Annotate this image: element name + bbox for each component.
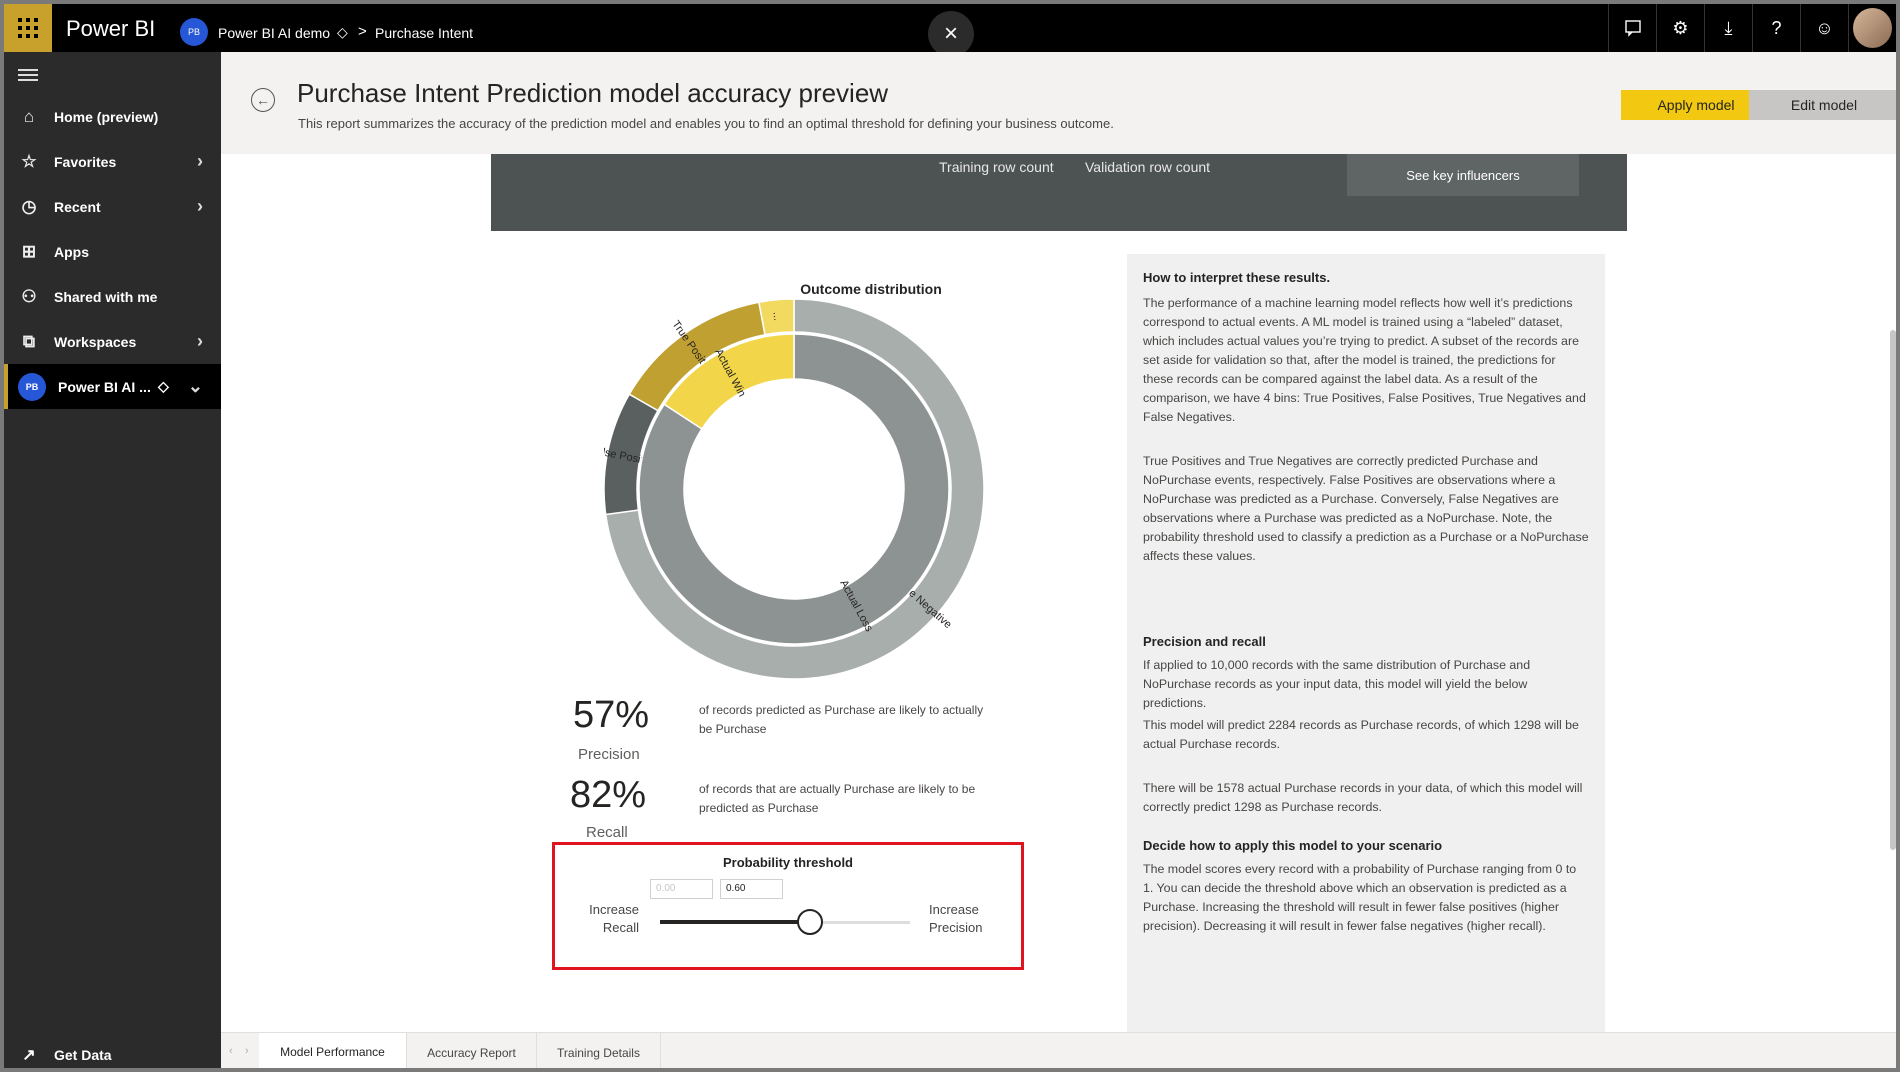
chevron-right-icon[interactable]: › (197, 331, 203, 352)
threshold-min-input[interactable]: 0.00 (650, 879, 713, 899)
report-header: ← Purchase Intent Prediction model accur… (221, 52, 1896, 154)
top-icon-bar: ⚙ ⤓ ? ☺ (1608, 4, 1896, 52)
increase-precision-label: Increase Precision (929, 901, 982, 937)
panel-heading-apply: Decide how to apply this model to your s… (1143, 838, 1443, 853)
panel-paragraph: The model scores every record with a pro… (1143, 862, 1577, 933)
comment-icon[interactable] (1608, 4, 1656, 52)
tab-accuracy-report[interactable]: Accuracy Report (407, 1033, 537, 1068)
profile-avatar[interactable] (1848, 4, 1896, 52)
edit-model-button[interactable]: Edit model (1749, 90, 1896, 120)
get-data-label: Get Data (54, 1046, 112, 1063)
shared-icon: ⚇ (21, 286, 37, 306)
nav-shared[interactable]: ⚇ Shared with me (4, 274, 221, 319)
nav-label: Home (preview) (54, 108, 159, 125)
page-title: Purchase Intent Prediction model accurac… (297, 78, 889, 108)
top-bar: Power BI PB Power BI AI demo ◇ > Purchas… (4, 4, 1896, 57)
nav-current-workspace[interactable]: PB Power BI AI ... ◇ ⌄ (4, 364, 221, 409)
chevron-right-icon[interactable]: › (197, 196, 203, 217)
recall-label: Recall (586, 824, 628, 841)
nav-recent[interactable]: ◷ Recent › (4, 184, 221, 229)
vertical-scrollbar[interactable] (1890, 330, 1896, 850)
chevron-right-icon[interactable]: › (197, 151, 203, 172)
chevron-down-icon[interactable]: ⌄ (188, 376, 203, 397)
nav-label: Shared with me (54, 288, 158, 305)
page-subtitle: This report summarizes the accuracy of t… (298, 116, 1114, 131)
increase-recall-label: Increase Recall (587, 901, 639, 937)
nav-apps[interactable]: ⊞ Apps (4, 229, 221, 274)
tab-model-performance[interactable]: Model Performance (259, 1033, 407, 1068)
brand-name: Power BI (66, 16, 156, 41)
app-launcher-icon[interactable] (4, 4, 52, 52)
menu-icon[interactable] (18, 66, 38, 84)
nav-favorites[interactable]: ☆ Favorites › (4, 139, 221, 184)
workspace-badge: PB (180, 18, 208, 46)
nav-label: Apps (54, 243, 89, 260)
left-nav: ⌂ Home (preview) ☆ Favorites › ◷ Recent … (4, 52, 221, 1068)
panel-paragraph: There will be 1578 actual Purchase recor… (1143, 781, 1583, 814)
panel-heading-precision-recall: Precision and recall (1143, 634, 1266, 649)
threshold-value-input[interactable]: 0.60 (720, 879, 783, 899)
nav-home[interactable]: ⌂ Home (preview) (4, 94, 221, 139)
nav-label: Power BI AI ... (58, 378, 151, 395)
tabs-next-icon[interactable]: › (245, 1045, 249, 1057)
workspace-badge: PB (18, 372, 46, 401)
breadcrumb-separator: > (358, 23, 367, 40)
star-icon: ☆ (21, 151, 37, 171)
panel-paragraph: This model will predict 2284 records as … (1143, 718, 1579, 751)
see-key-influencers-button[interactable]: See key influencers (1347, 154, 1579, 196)
interpretation-panel: How to interpret these results. The perf… (1127, 254, 1605, 1034)
premium-diamond-icon: ◇ (337, 24, 348, 40)
increase-recall-line2: Recall (602, 920, 639, 935)
breadcrumb-workspace[interactable]: Power BI AI demo (218, 25, 330, 41)
tab-training-details[interactable]: Training Details (537, 1033, 661, 1068)
probability-threshold-slicer: Probability threshold 0.00 0.60 Increase… (552, 842, 1024, 970)
home-icon: ⌂ (23, 106, 35, 126)
breadcrumb-report[interactable]: Purchase Intent (375, 25, 473, 41)
outer-label: ... (771, 311, 784, 321)
workspaces-icon: ⧉ (22, 331, 36, 351)
nav-workspaces[interactable]: ⧉ Workspaces › (4, 319, 221, 364)
recall-description: of records that are actually Purchase ar… (699, 782, 976, 815)
premium-diamond-icon: ◇ (158, 378, 169, 394)
panel-paragraph: If applied to 10,000 records with the sa… (1143, 658, 1531, 710)
arrow-up-right-icon: ↗ (22, 1046, 36, 1064)
back-arrow-icon[interactable]: ← (251, 88, 275, 112)
summary-banner: Training row count Validation row count … (491, 154, 1627, 231)
tabs-prev-icon[interactable]: ‹ (229, 1045, 233, 1057)
get-data-button[interactable]: ↗ Get Data (4, 1032, 221, 1068)
page-tabs: ‹ › Model Performance Accuracy Report Tr… (221, 1032, 1896, 1068)
validation-row-count-label: Validation row count (1085, 159, 1211, 175)
nav-label: Workspaces (54, 333, 137, 350)
panel-paragraph: The performance of a machine learning mo… (1143, 296, 1586, 424)
panel-heading-interpret: How to interpret these results. (1143, 270, 1331, 285)
nav-label: Favorites (54, 153, 117, 170)
increase-precision-line1: Increase (929, 902, 979, 917)
training-row-count-label: Training row count (939, 159, 1054, 175)
slider-handle[interactable] (797, 909, 823, 935)
increase-precision-line2: Precision (929, 920, 983, 935)
threshold-title: Probability threshold (722, 855, 853, 870)
outcome-distribution-chart[interactable]: True NegativeFalse PositiveTrue Positive… (604, 299, 984, 679)
help-icon[interactable]: ? (1752, 4, 1800, 52)
chart-title: Outcome distribution (800, 281, 942, 297)
feedback-icon[interactable]: ☺ (1800, 4, 1848, 52)
recall-value: 82% (570, 774, 647, 816)
app-window: Power BI PB Power BI AI demo ◇ > Purchas… (0, 0, 1900, 1072)
clock-icon: ◷ (21, 196, 37, 216)
panel-paragraph: True Positives and True Negatives are co… (1143, 454, 1589, 563)
slider-fill (660, 920, 810, 924)
nav-label: Recent (54, 198, 101, 215)
close-icon[interactable]: × (928, 11, 974, 57)
precision-label: Precision (578, 746, 640, 763)
report-canvas[interactable]: Training row count Validation row count … (221, 154, 1896, 1034)
download-icon[interactable]: ⤓ (1704, 4, 1752, 52)
precision-value: 57% (573, 694, 650, 736)
apps-icon: ⊞ (21, 241, 37, 261)
settings-icon[interactable]: ⚙ (1656, 4, 1704, 52)
increase-recall-line1: Increase (589, 902, 639, 917)
precision-description: of records predicted as Purchase are lik… (699, 703, 984, 736)
